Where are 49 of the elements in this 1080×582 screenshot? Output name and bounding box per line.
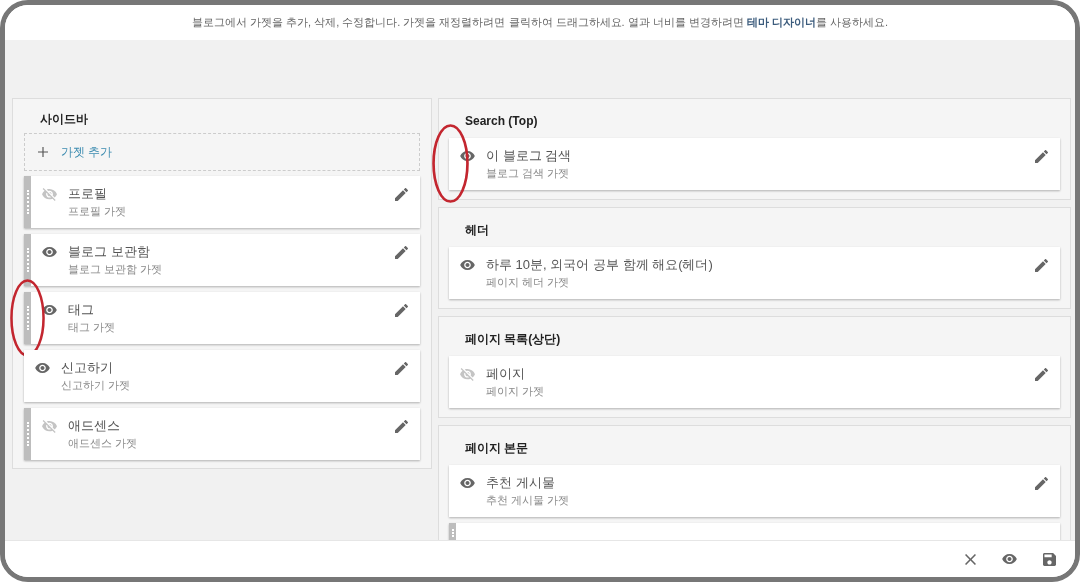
gadget-title: 이 블로그 검색: [486, 147, 573, 165]
gadget-subtitle: 프로필 가젯: [68, 204, 128, 219]
gadget-subtitle: 블로그 검색 가젯: [486, 166, 571, 181]
gadget-subtitle: 페이지 가젯: [486, 384, 546, 399]
drag-handle[interactable]: [24, 234, 31, 286]
gadget-title: 페이지: [486, 365, 526, 383]
section-title: 페이지 목록(상단): [465, 332, 561, 346]
eye-icon[interactable]: [460, 478, 475, 488]
edit-icon[interactable]: [395, 362, 408, 375]
section-title: 헤더: [465, 223, 489, 237]
section-title: Search (Top): [465, 114, 538, 128]
gadget-title: 블로그 보관함: [68, 243, 151, 261]
close-icon[interactable]: [965, 553, 976, 565]
edit-icon[interactable]: [395, 188, 408, 201]
edit-icon[interactable]: [1035, 368, 1048, 381]
gadget-subtitle: 추천 게시물 가젯: [486, 493, 571, 508]
save-icon[interactable]: [1043, 552, 1056, 566]
eye-icon[interactable]: [460, 151, 475, 161]
add-gadget-button[interactable]: 가젯 추가: [24, 133, 420, 171]
drag-handle[interactable]: [24, 176, 31, 228]
instruction-text: 블로그에서 가젯을 추가, 삭제, 수정합니다. 가젯을 재정렬하려면 클릭하여 드래그하세요. 열과 너비를 변경하려면 테마 디자이너를 사용하세요.: [191, 15, 889, 31]
panel-title: 사이드바: [40, 112, 88, 126]
edit-icon[interactable]: [1035, 259, 1048, 272]
gadget-subtitle: 태그 가젯: [68, 320, 117, 335]
eye-icon[interactable]: [460, 260, 475, 270]
edit-icon[interactable]: [395, 246, 408, 259]
drag-handle[interactable]: [24, 408, 31, 460]
gadget-title: 하루 10분, 외국어 공부 함께 해요(헤더): [486, 256, 714, 274]
edit-icon[interactable]: [1035, 477, 1048, 490]
gadget-subtitle: 페이지 헤더 가젯: [486, 275, 571, 290]
gadget-subtitle: 블로그 보관함 가젯: [68, 262, 164, 277]
plus-icon: [38, 147, 48, 157]
edit-icon[interactable]: [1035, 150, 1048, 163]
drag-handle[interactable]: [24, 292, 31, 344]
gadget-subtitle: 애드센스 가젯: [68, 436, 139, 451]
gadget-title: 추천 게시물: [486, 474, 556, 492]
eye-icon[interactable]: [42, 305, 57, 315]
edit-icon[interactable]: [395, 420, 408, 433]
gadget-title: 태그: [68, 301, 95, 319]
gadget-subtitle: 신고하기 가젯: [61, 378, 132, 393]
eye-icon[interactable]: [42, 247, 57, 257]
gadget-title: 애드센스: [68, 417, 121, 435]
section-title: 페이지 본문: [465, 441, 529, 455]
gadget-title: 프로필: [68, 185, 108, 203]
edit-icon[interactable]: [395, 304, 408, 317]
eye-icon[interactable]: [35, 363, 50, 373]
gadget-title: 신고하기: [61, 359, 114, 377]
eye-icon[interactable]: [1002, 554, 1017, 564]
theme-designer-link[interactable]: 테마 디자이너: [746, 16, 816, 29]
